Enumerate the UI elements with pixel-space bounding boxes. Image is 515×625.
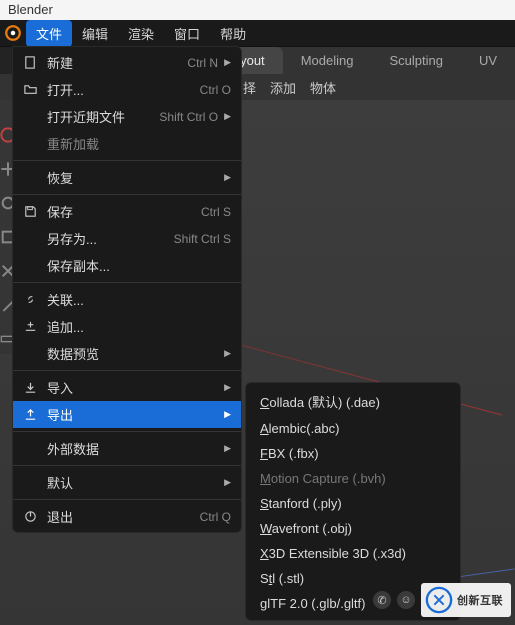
menu-item-link[interactable]: 关联... xyxy=(13,286,241,313)
menu-help[interactable]: 帮助 xyxy=(210,20,256,47)
chevron-right-icon: ▶ xyxy=(224,172,231,183)
menu-item-external-data[interactable]: 外部数据 ▶ xyxy=(13,435,241,462)
watermark: ✆ ☺ 创新互联 xyxy=(373,583,511,617)
menu-item-save-as[interactable]: 另存为... Shift Ctrl S xyxy=(13,225,241,252)
brand-logo: 创新互联 xyxy=(421,583,511,617)
menu-separator xyxy=(13,160,241,161)
export-x3d[interactable]: X3D Extensible 3D (.x3d) xyxy=(246,541,460,566)
menu-item-save-copy[interactable]: 保存副本... xyxy=(13,252,241,279)
append-icon xyxy=(21,318,39,336)
menu-separator xyxy=(13,370,241,371)
menu-item-reload[interactable]: 重新加载 xyxy=(13,130,241,157)
import-icon xyxy=(21,379,39,397)
export-collada[interactable]: Collada (默认) (.dae) xyxy=(246,387,460,416)
wechat-icon: ✆ xyxy=(373,591,391,609)
brand-text: 创新互联 xyxy=(457,592,503,608)
export-icon xyxy=(21,406,39,424)
power-icon xyxy=(21,508,39,526)
top-menubar: 文件 编辑 渲染 窗口 帮助 xyxy=(0,20,515,46)
blender-logo-icon[interactable] xyxy=(4,24,22,42)
menu-file[interactable]: 文件 xyxy=(26,20,72,47)
header-select[interactable]: 择 xyxy=(243,78,256,97)
chevron-right-icon: ▶ xyxy=(224,348,231,359)
header-add[interactable]: 添加 xyxy=(270,78,296,97)
app-title: Blender xyxy=(8,2,53,17)
chevron-right-icon: ▶ xyxy=(224,477,231,488)
menu-separator xyxy=(13,499,241,500)
menu-separator xyxy=(13,465,241,466)
menu-item-export[interactable]: 导出 ▶ xyxy=(13,401,241,428)
new-file-icon xyxy=(21,54,39,72)
export-bvh[interactable]: Motion Capture (.bvh) xyxy=(246,466,460,491)
menu-item-recover[interactable]: 恢复 ▶ xyxy=(13,164,241,191)
window-titlebar: Blender xyxy=(0,0,515,20)
menu-separator xyxy=(13,431,241,432)
menu-item-import[interactable]: 导入 ▶ xyxy=(13,374,241,401)
export-ply[interactable]: Stanford (.ply) xyxy=(246,491,460,516)
chevron-right-icon: ▶ xyxy=(224,409,231,420)
menu-render[interactable]: 渲染 xyxy=(118,20,164,47)
menu-item-quit[interactable]: 退出 Ctrl Q xyxy=(13,503,241,530)
menu-item-new[interactable]: 新建 Ctrl N ▶ xyxy=(13,49,241,76)
chevron-right-icon: ▶ xyxy=(224,111,231,122)
save-icon xyxy=(21,203,39,221)
contact-icon: ☺ xyxy=(397,591,415,609)
menu-separator xyxy=(13,194,241,195)
tab-uv[interactable]: UV xyxy=(461,47,515,74)
header-object[interactable]: 物体 xyxy=(310,78,336,97)
menu-item-open[interactable]: 打开... Ctrl O xyxy=(13,76,241,103)
file-dropdown-menu: 新建 Ctrl N ▶ 打开... Ctrl O 打开近期文件 Shift Ct… xyxy=(12,46,242,533)
chevron-right-icon: ▶ xyxy=(224,382,231,393)
chevron-right-icon: ▶ xyxy=(224,57,231,68)
export-fbx[interactable]: FBX (.fbx) xyxy=(246,441,460,466)
menu-item-append[interactable]: 追加... xyxy=(13,313,241,340)
menu-item-defaults[interactable]: 默认 ▶ xyxy=(13,469,241,496)
menu-separator xyxy=(13,282,241,283)
export-alembic[interactable]: Alembic(.abc) xyxy=(246,416,460,441)
link-icon xyxy=(21,291,39,309)
menu-item-save[interactable]: 保存 Ctrl S xyxy=(13,198,241,225)
tab-sculpting[interactable]: Sculpting xyxy=(371,47,460,74)
menu-window[interactable]: 窗口 xyxy=(164,20,210,47)
folder-open-icon xyxy=(21,81,39,99)
menu-edit[interactable]: 编辑 xyxy=(72,20,118,47)
menu-item-open-recent[interactable]: 打开近期文件 Shift Ctrl O ▶ xyxy=(13,103,241,130)
export-obj[interactable]: Wavefront (.obj) xyxy=(246,516,460,541)
brand-mark-icon xyxy=(425,586,453,614)
tab-modeling[interactable]: Modeling xyxy=(283,47,372,74)
chevron-right-icon: ▶ xyxy=(224,443,231,454)
menu-item-data-preview[interactable]: 数据预览 ▶ xyxy=(13,340,241,367)
